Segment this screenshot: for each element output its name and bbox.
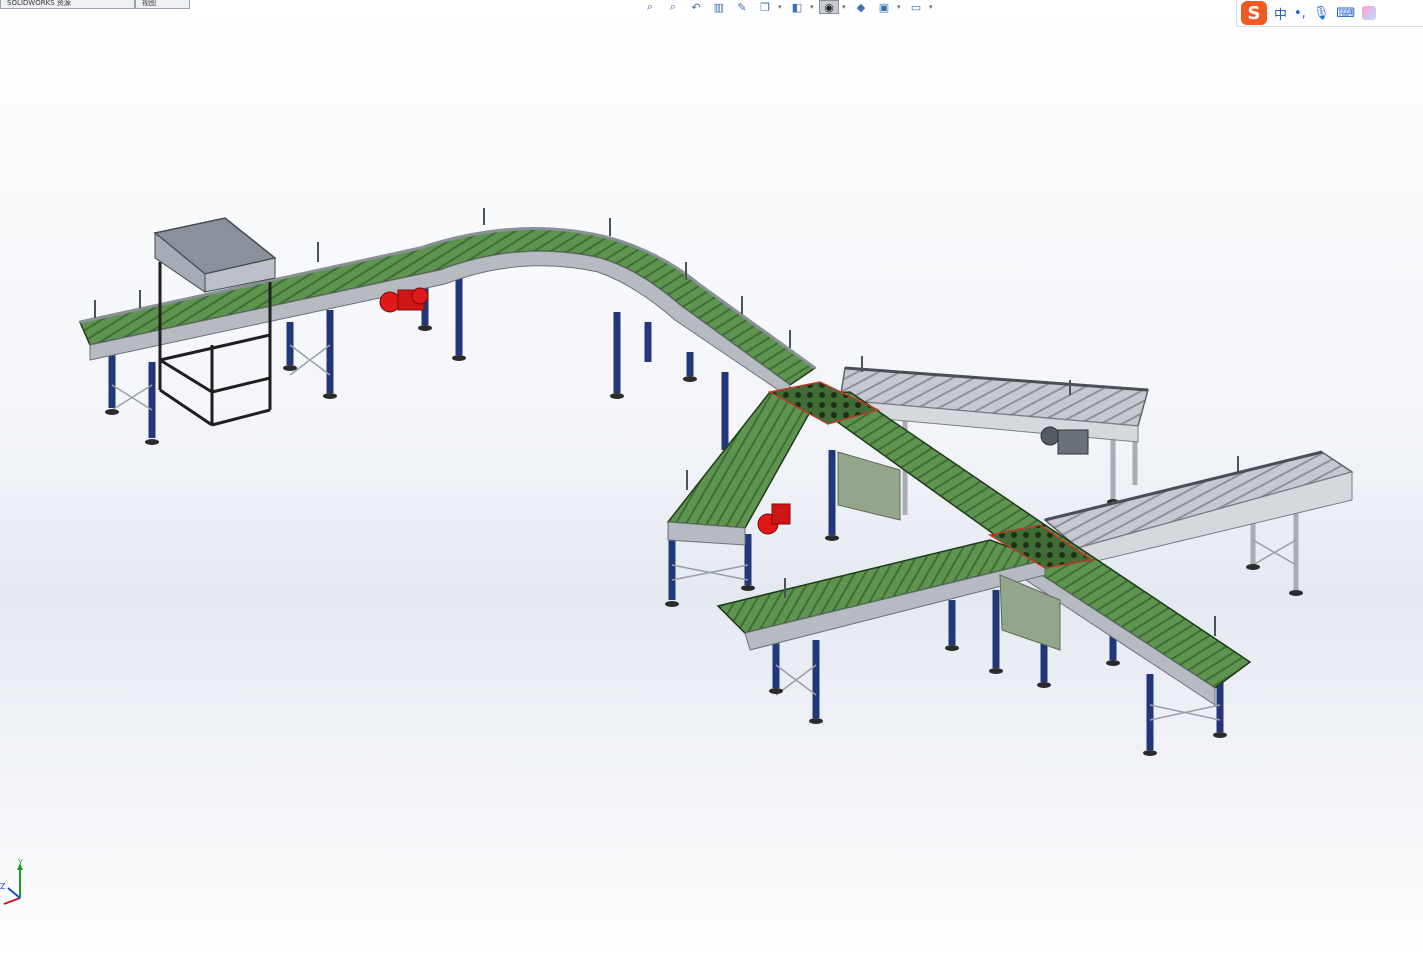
triad-y-label: Y: [18, 858, 23, 867]
support-legs: [108, 278, 1224, 750]
conveyor-model[interactable]: [0, 0, 1423, 957]
gray-conveyor-lower: [1043, 450, 1354, 566]
triad-z-label: Z: [0, 882, 6, 891]
graphics-area[interactable]: SOLIDWORKS 资源 视图 ⌕ ⌕ ↶ ▥ ✎ ❐ ▾ ◧ ▾ ◉ ▾ ◆…: [0, 0, 1423, 957]
coordinate-triad: Y Z: [0, 858, 34, 910]
